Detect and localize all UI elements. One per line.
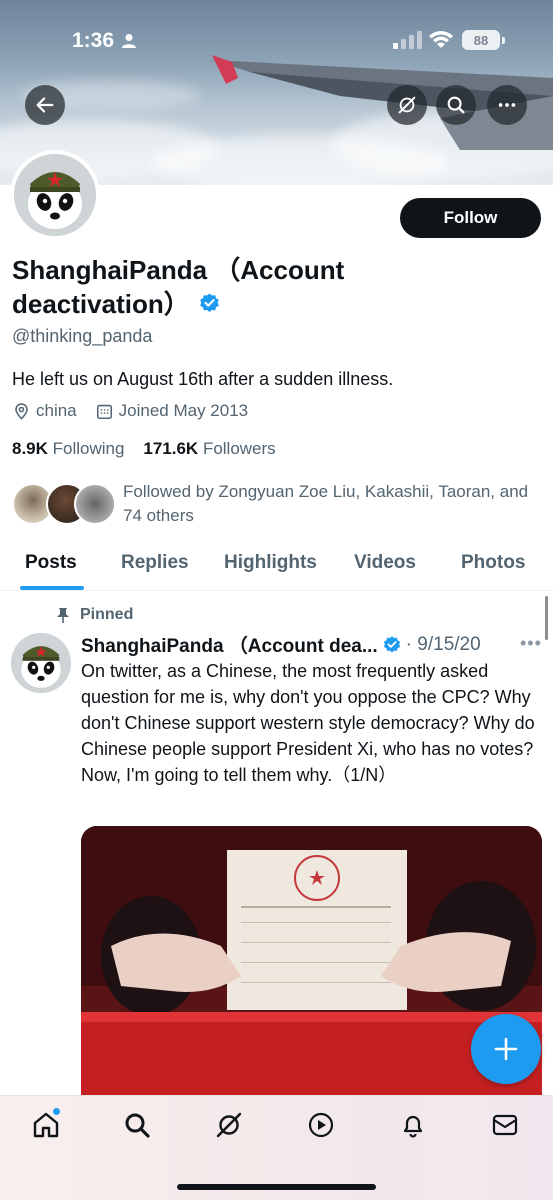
- panda-avatar-image: [14, 154, 96, 236]
- profile-bio: He left us on August 16th after a sudden…: [12, 369, 394, 389]
- tab-posts[interactable]: Posts: [25, 552, 77, 574]
- grok-icon[interactable]: [214, 1110, 244, 1140]
- home-indicator: [177, 1184, 376, 1190]
- tab-highlights[interactable]: Highlights: [224, 552, 317, 574]
- followers-count: 171.6K: [143, 439, 199, 458]
- follow-stats: 8.9K Following 171.6K Followers: [12, 439, 276, 459]
- calendar-icon: [96, 404, 112, 419]
- scroll-indicator[interactable]: [545, 596, 548, 640]
- tweet-media-image[interactable]: [81, 826, 542, 1106]
- verified-badge-icon: [383, 635, 400, 652]
- followers-link[interactable]: 171.6K Followers: [143, 439, 275, 458]
- tweet-author-name[interactable]: ShanghaiPanda （Account dea...: [81, 631, 378, 658]
- tweet-header: ShanghaiPanda （Account dea... · 9/15/20: [81, 631, 541, 658]
- home-notification-dot: [53, 1108, 60, 1115]
- joined-item: Joined May 2013: [95, 401, 248, 421]
- profile-tabs: Posts Replies Highlights Videos Photos: [0, 540, 553, 591]
- pinned-text: Pinned: [80, 606, 134, 623]
- ballot-photo: [81, 826, 542, 1106]
- more-button[interactable]: [487, 85, 527, 125]
- following-link[interactable]: 8.9K Following: [12, 439, 124, 458]
- followed-by-text: Followed by Zongyuan Zoe Liu, Kakashii, …: [123, 482, 529, 525]
- following-label: Following: [52, 439, 125, 458]
- display-name: ShanghaiPanda （Account deactivation）: [12, 253, 432, 321]
- status-bar: 1:36 88: [0, 0, 553, 80]
- location-text: china: [36, 401, 77, 420]
- compose-post-button[interactable]: [471, 1014, 541, 1084]
- tweet-date[interactable]: · 9/15/20: [406, 634, 481, 656]
- follower-avatar: [74, 483, 116, 525]
- profile-meta: china Joined May 2013: [12, 401, 266, 421]
- more-icon: [498, 103, 516, 107]
- status-time: 1:36: [72, 29, 115, 52]
- bottom-nav: [0, 1095, 553, 1200]
- joined-text: Joined May 2013: [118, 401, 249, 420]
- grok-icon: [398, 96, 416, 114]
- messages-icon[interactable]: [490, 1110, 520, 1140]
- tab-videos[interactable]: Videos: [354, 552, 416, 574]
- explore-icon[interactable]: [122, 1110, 152, 1140]
- location-item: china: [12, 401, 77, 421]
- following-count: 8.9K: [12, 439, 48, 458]
- panda-avatar-image: [11, 633, 71, 693]
- active-tab-indicator: [20, 586, 84, 590]
- followed-by-row[interactable]: Followed by Zongyuan Zoe Liu, Kakashii, …: [12, 478, 542, 530]
- battery-indicator: 88: [462, 30, 500, 50]
- wifi-icon: [429, 31, 453, 48]
- follow-button[interactable]: Follow: [400, 198, 541, 238]
- back-arrow-icon: [36, 97, 54, 113]
- tab-replies[interactable]: Replies: [121, 552, 189, 574]
- tweet-author-avatar[interactable]: [11, 633, 71, 693]
- search-icon: [447, 96, 465, 114]
- pinned-label: Pinned: [56, 606, 133, 624]
- plus-icon: [494, 1037, 518, 1061]
- location-icon: [15, 402, 28, 420]
- tweet-text: On twitter, as a Chinese, the most frequ…: [81, 661, 535, 785]
- tweet-more-button[interactable]: •••: [520, 633, 542, 654]
- tab-photos[interactable]: Photos: [461, 552, 525, 574]
- video-icon[interactable]: [306, 1110, 336, 1140]
- notifications-icon[interactable]: [398, 1110, 428, 1140]
- grok-button[interactable]: [387, 85, 427, 125]
- followers-label: Followers: [202, 439, 276, 458]
- person-icon: [122, 34, 136, 48]
- user-handle: @thinking_panda: [12, 326, 153, 346]
- pin-icon: [57, 608, 69, 623]
- search-button[interactable]: [436, 85, 476, 125]
- verified-badge-icon[interactable]: [198, 292, 221, 315]
- back-button[interactable]: [25, 85, 65, 125]
- signal-icon: [393, 31, 422, 49]
- battery-tip: [502, 37, 505, 44]
- profile-avatar[interactable]: [10, 150, 100, 240]
- profile-banner[interactable]: 1:36 88: [0, 0, 553, 185]
- display-name-text: ShanghaiPanda （Account deactivation）: [12, 255, 345, 319]
